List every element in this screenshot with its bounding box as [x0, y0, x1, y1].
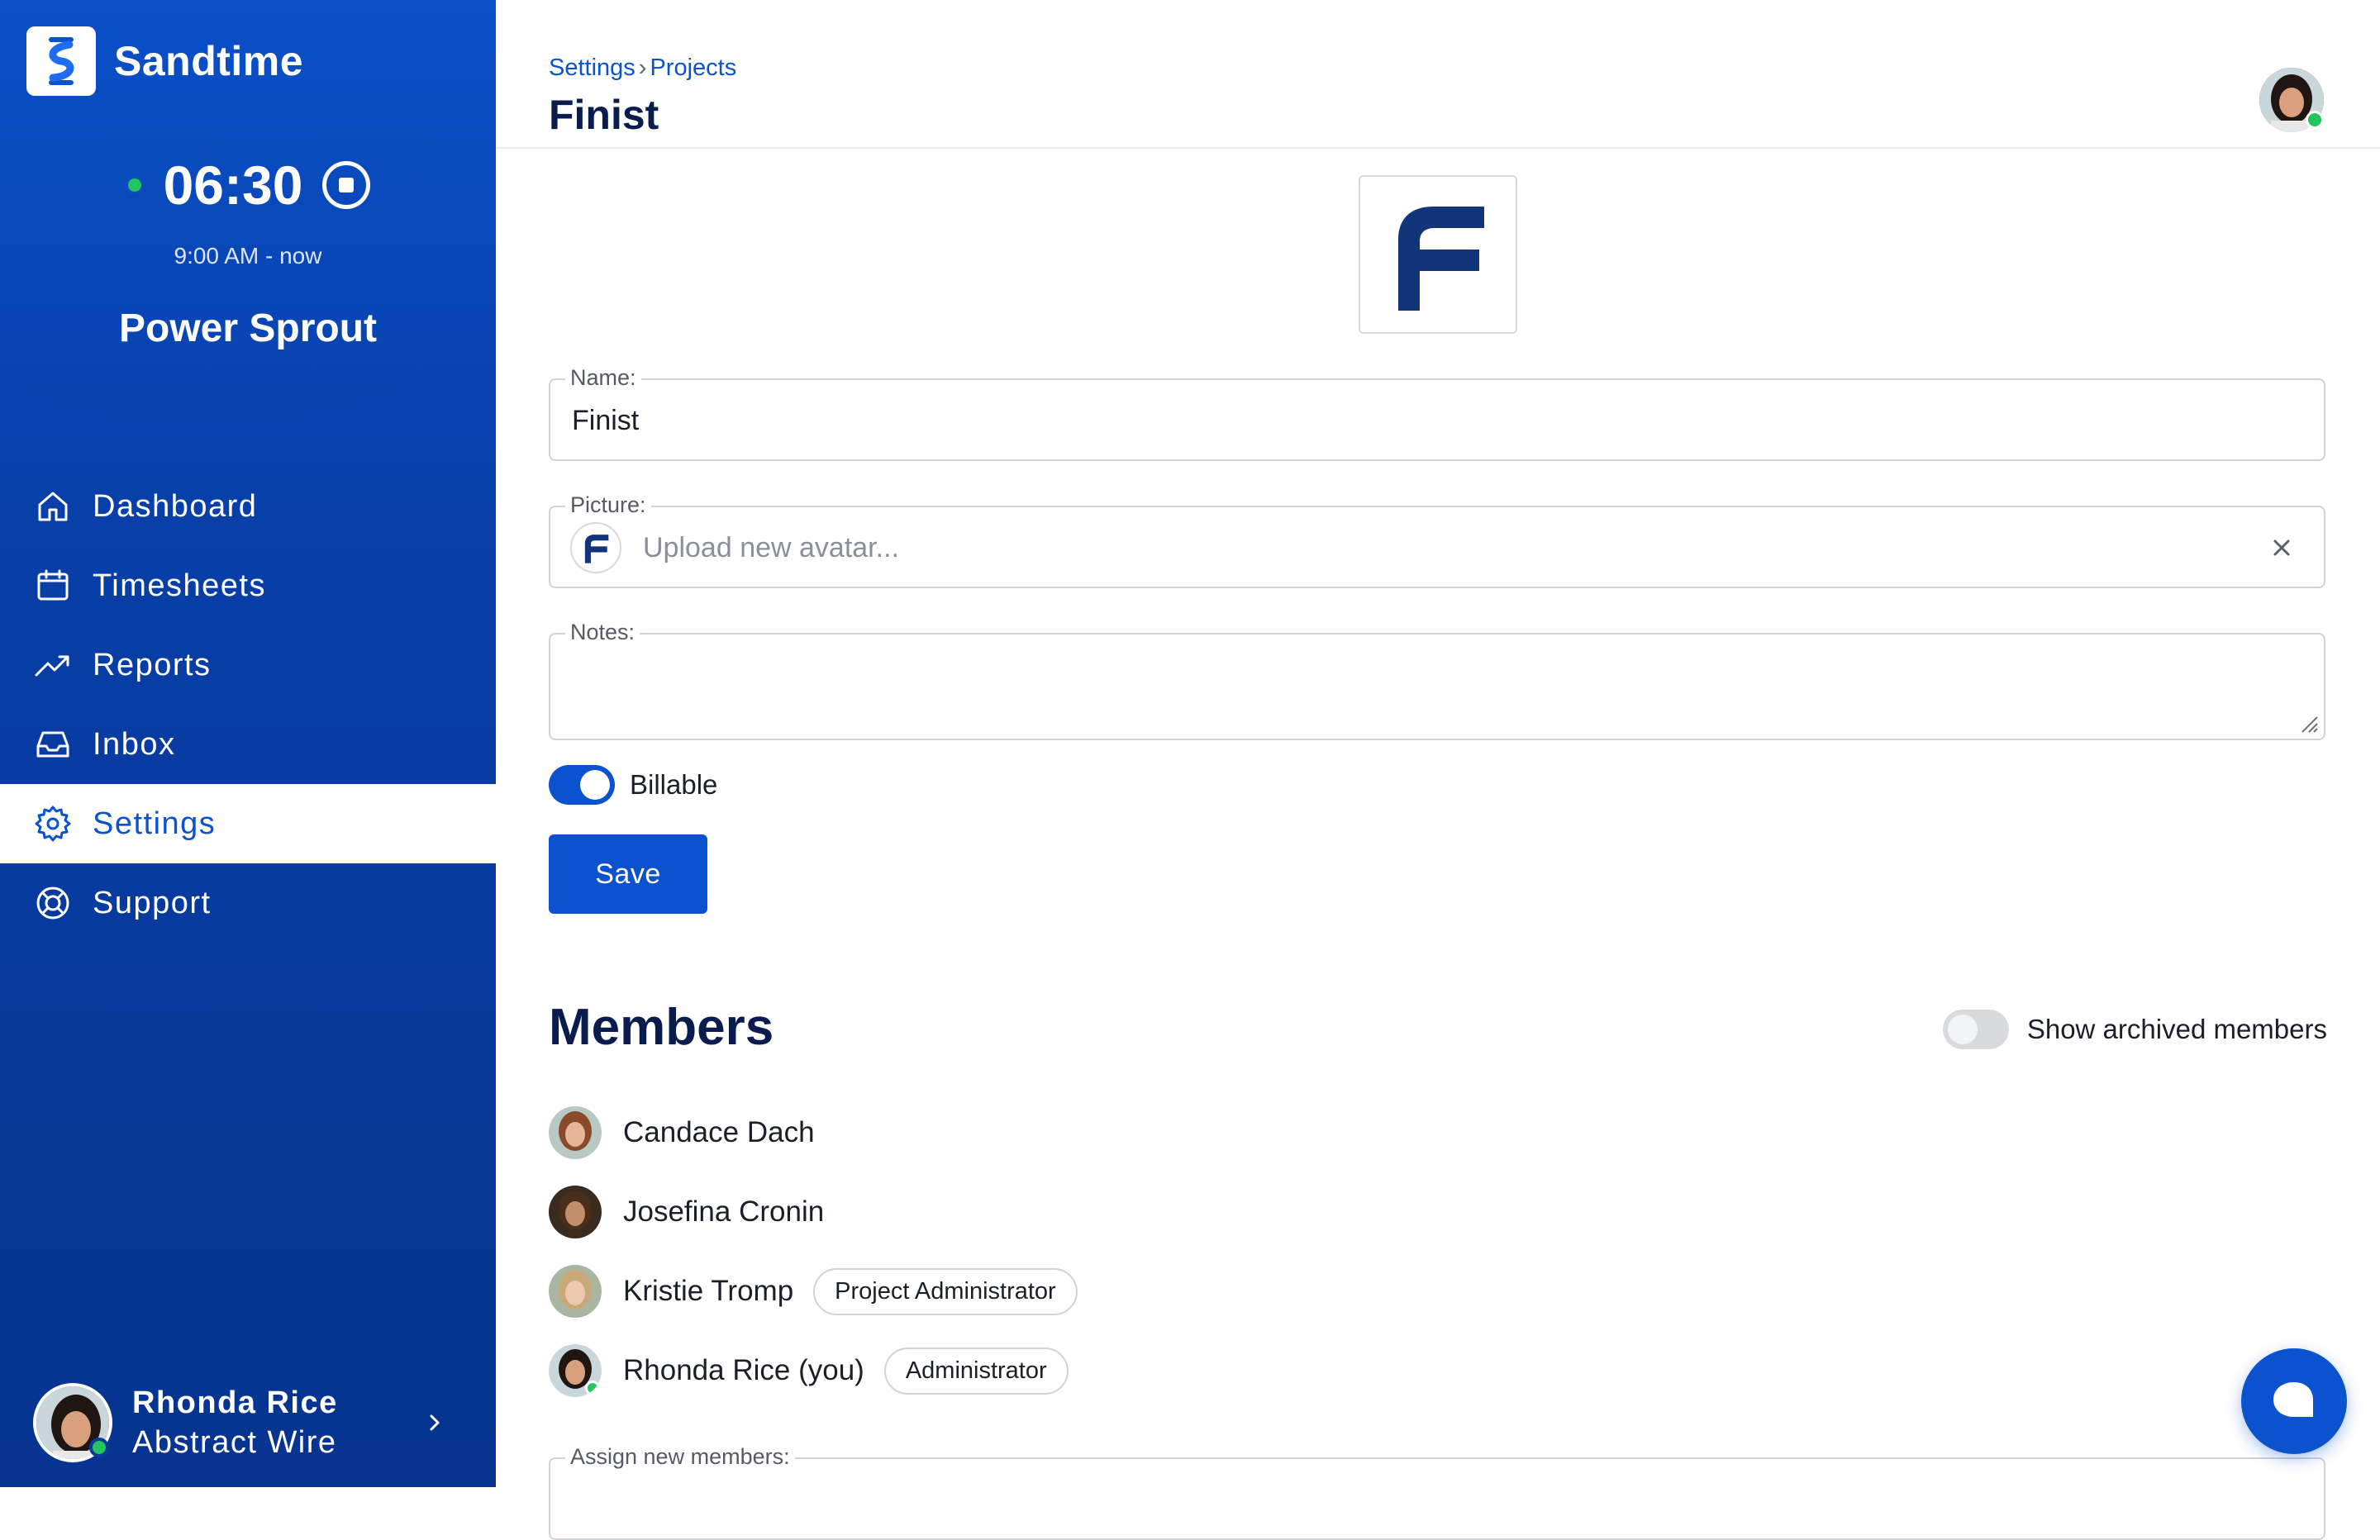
- project-logo[interactable]: [1359, 175, 1517, 334]
- assign-members-label: Assign new members:: [565, 1444, 795, 1470]
- sidebar-item-label: Reports: [93, 647, 212, 682]
- picture-field[interactable]: Picture: Upload new avatar...: [549, 492, 2325, 588]
- billable-toggle[interactable]: Billable: [549, 765, 717, 805]
- picture-preview: [570, 522, 621, 573]
- finist-logo-icon: [584, 535, 609, 563]
- notes-field[interactable]: Notes:: [549, 620, 2325, 740]
- member-name: Kristie Tromp: [623, 1275, 794, 1307]
- notes-field-label: Notes:: [565, 620, 640, 645]
- avatar: [549, 1344, 602, 1397]
- timer-range: 9:00 AM - now: [174, 243, 322, 269]
- sidebar-item-timesheets[interactable]: Timesheets: [0, 546, 496, 625]
- resize-handle-icon[interactable]: [2296, 711, 2320, 735]
- main-content: Settings › Projects Finist Name: Finist Pi…: [496, 0, 2380, 1540]
- sidebar-item-reports[interactable]: Reports: [0, 625, 496, 705]
- picture-upload-input[interactable]: Upload new avatar...: [643, 532, 899, 564]
- show-archived-switch[interactable]: [1942, 1010, 2009, 1049]
- avatar: [549, 1265, 602, 1318]
- online-status-badge: [585, 1381, 600, 1395]
- breadcrumb-separator: ›: [638, 55, 647, 81]
- finist-logo-icon: [1398, 207, 1484, 311]
- sidebar-item-dashboard[interactable]: Dashboard: [0, 467, 496, 546]
- page-header: Settings › Projects Finist: [496, 0, 2380, 149]
- breadcrumb: Settings › Projects: [549, 55, 736, 82]
- avatar: [549, 1106, 602, 1159]
- trend-icon: [35, 655, 69, 677]
- billable-label: Billable: [630, 769, 718, 800]
- breadcrumb-settings-link[interactable]: Settings: [549, 55, 635, 81]
- billable-switch[interactable]: [549, 765, 615, 805]
- chat-button[interactable]: [2241, 1348, 2347, 1454]
- lifebuoy-icon: [36, 886, 69, 920]
- list-item[interactable]: Candace Dach: [549, 1105, 815, 1160]
- sidebar-item-label: Support: [93, 885, 212, 920]
- user-info: Rhonda Rice Abstract Wire: [132, 1383, 338, 1462]
- page-title: Finist: [549, 92, 659, 138]
- member-name: Rhonda Rice (you): [623, 1354, 864, 1386]
- switch-knob: [1947, 1015, 1978, 1044]
- user-company: Abstract Wire: [132, 1425, 337, 1460]
- list-item[interactable]: Rhonda Rice (you) Administrator: [549, 1343, 1069, 1398]
- save-button[interactable]: Save: [549, 834, 707, 914]
- switch-knob: [580, 770, 610, 800]
- member-name: Josefina Cronin: [623, 1195, 825, 1228]
- sidebar-item-inbox[interactable]: Inbox: [0, 705, 496, 784]
- member-name: Candace Dach: [623, 1116, 815, 1148]
- role-badge: Administrator: [883, 1347, 1069, 1395]
- name-input[interactable]: Finist: [572, 405, 639, 437]
- chat-bubble-icon: [2273, 1382, 2313, 1417]
- sidebar-item-label: Timesheets: [93, 568, 266, 603]
- active-timer: 06:30: [0, 154, 496, 216]
- inbox-icon: [36, 731, 69, 758]
- chevron-right-icon: [430, 1414, 440, 1431]
- sidebar-wave-decoration: [0, 374, 496, 446]
- members-heading: Members: [549, 999, 774, 1056]
- sidebar-item-label: Dashboard: [93, 488, 258, 524]
- calendar-icon: [37, 569, 69, 601]
- sidebar-nav: Dashboard Timesheets Reports Inbox Setti…: [0, 467, 496, 943]
- list-item[interactable]: Kristie Tromp Project Administrator: [549, 1264, 1078, 1319]
- gear-icon: [35, 806, 71, 842]
- picture-field-label: Picture:: [565, 492, 651, 518]
- name-field-label: Name:: [565, 365, 641, 391]
- breadcrumb-projects-link[interactable]: Projects: [650, 55, 736, 81]
- timer-value: 06:30: [163, 154, 303, 216]
- show-archived-toggle[interactable]: Show archived members: [1942, 1010, 2327, 1049]
- current-user-card[interactable]: Rhonda Rice Abstract Wire: [33, 1381, 479, 1464]
- online-status-badge: [2306, 111, 2324, 129]
- assign-members-field[interactable]: Assign new members:: [549, 1444, 2325, 1540]
- sidebar-item-settings[interactable]: Settings: [0, 784, 496, 863]
- sidebar-item-label: Inbox: [93, 726, 176, 762]
- list-item[interactable]: Josefina Cronin: [549, 1185, 824, 1239]
- show-archived-label: Show archived members: [2026, 1014, 2327, 1044]
- sandtime-logo-icon: [26, 26, 96, 96]
- home-icon: [38, 492, 68, 521]
- stop-timer-button[interactable]: [322, 161, 371, 209]
- close-icon[interactable]: [2268, 534, 2296, 562]
- sidebar: Sandtime 06:30 9:00 AM - now Power Sprou…: [0, 0, 496, 1487]
- user-name: Rhonda Rice: [132, 1386, 338, 1420]
- timer-project-name[interactable]: Power Sprout: [0, 306, 496, 351]
- stop-icon: [339, 178, 355, 192]
- avatar: [549, 1186, 602, 1238]
- brand-name: Sandtime: [114, 38, 304, 84]
- sidebar-item-support[interactable]: Support: [0, 863, 496, 943]
- sidebar-item-label: Settings: [93, 806, 217, 841]
- name-field[interactable]: Name: Finist: [549, 365, 2325, 461]
- online-status-badge: [89, 1438, 109, 1457]
- brand[interactable]: Sandtime: [26, 26, 303, 96]
- timer-running-indicator: [125, 176, 144, 194]
- role-badge: Project Administrator: [813, 1267, 1078, 1315]
